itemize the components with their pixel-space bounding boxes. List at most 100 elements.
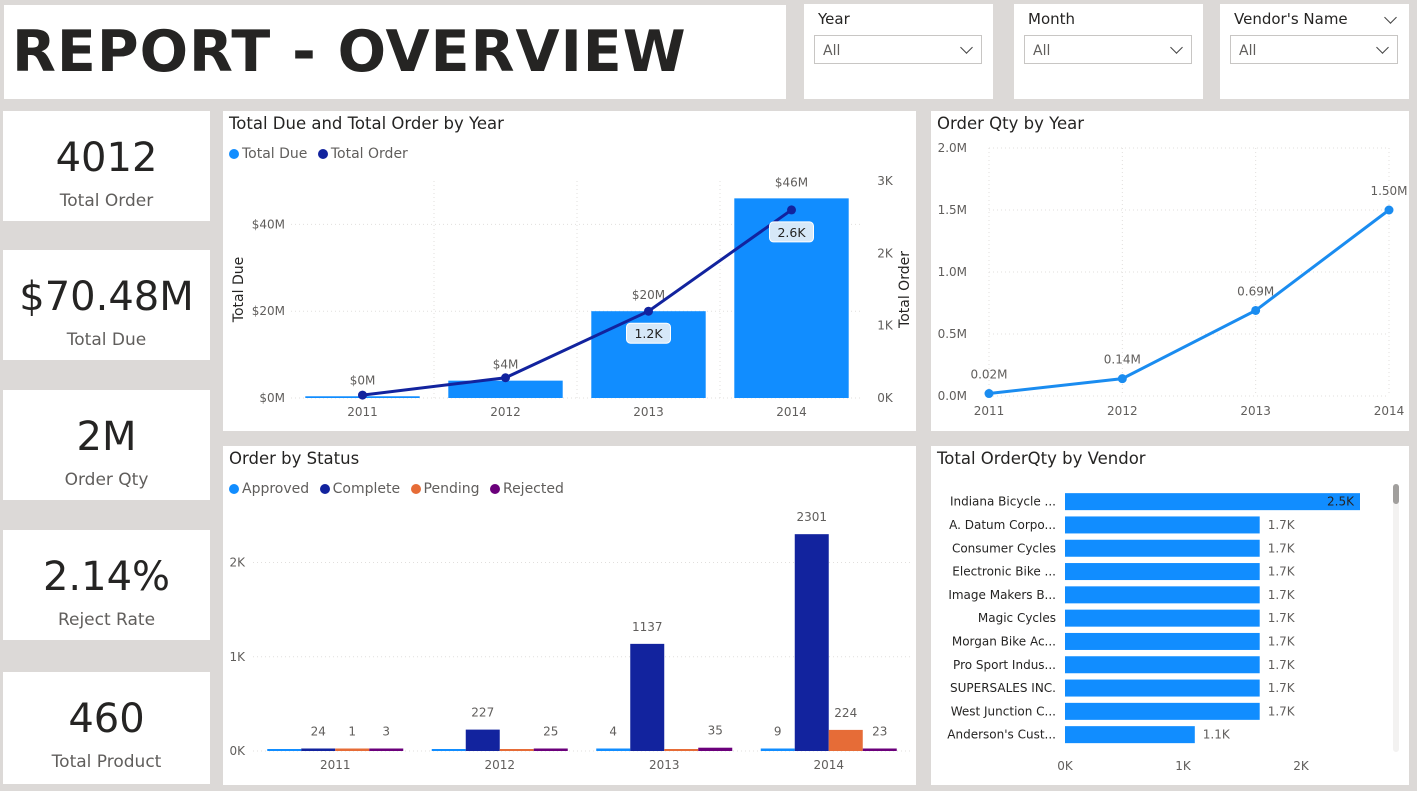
kpi-value: $70.48M [19, 274, 194, 320]
bar-data-label: 35 [708, 724, 723, 738]
bar [533, 748, 568, 751]
category-label: SUPERSALES INC. [950, 681, 1056, 695]
y-axis-title: Total Due [231, 257, 247, 323]
bar [1065, 563, 1260, 581]
year-dropdown[interactable]: All [814, 35, 982, 64]
category-label: Pro Sport Indus... [953, 658, 1056, 672]
kpi-label: Total Product [51, 752, 162, 772]
chart-scrollbar-track[interactable] [1393, 484, 1399, 752]
bar [760, 748, 795, 751]
chevron-down-icon[interactable] [1384, 11, 1397, 24]
chart-scrollbar-thumb[interactable] [1393, 484, 1399, 504]
y2-tick-label: 0K [877, 391, 894, 405]
bar-data-label: 1.7K [1268, 611, 1296, 625]
bar [1065, 586, 1260, 604]
bar-data-label: 9 [774, 725, 782, 739]
line-point [1117, 374, 1127, 384]
category-label: Magic Cycles [978, 611, 1056, 625]
bar [1065, 726, 1195, 744]
bar-data-label: 1.7K [1268, 588, 1296, 602]
y2-tick-label: 2K [877, 246, 894, 260]
bar [596, 748, 631, 751]
order-qty-by-year-chart[interactable]: Order Qty by Year 0.0M 0.5M 1.0M 1.5M 2.0M 20… [931, 111, 1409, 431]
line-point [787, 205, 796, 215]
y-tick-label: 2.0M [938, 141, 967, 155]
category-label: West Junction C... [951, 704, 1056, 718]
bar-data-label: 23 [872, 725, 887, 739]
point-data-label: 1.50M [1370, 184, 1407, 198]
category-label: Indiana Bicycle ... [950, 495, 1056, 509]
year-dropdown-value: All [823, 43, 841, 59]
bar [1065, 679, 1260, 697]
vendor-slicer: Vendor's Name All [1220, 4, 1409, 99]
due-order-by-year-chart[interactable]: Total Due and Total Order by Year Total … [223, 111, 916, 431]
kpi-label: Total Order [59, 191, 154, 211]
x-tick-label: 2012 [484, 758, 515, 772]
bar-data-label: $20M [632, 288, 665, 302]
kpi-card-order-qty: 2M Order Qty [3, 390, 210, 500]
bar [1065, 539, 1260, 557]
year-slicer: Year All [804, 4, 993, 99]
month-dropdown[interactable]: All [1024, 35, 1192, 64]
year-slicer-label: Year [818, 10, 850, 28]
x-tick-label: 2012 [490, 405, 521, 419]
bar-data-label: $0M [350, 373, 376, 387]
report-title-card: REPORT - OVERVIEW [4, 5, 786, 99]
kpi-label: Reject Rate [57, 610, 156, 630]
bar [1065, 656, 1260, 674]
y-tick-label: 0K [229, 744, 246, 758]
line-point [644, 306, 653, 316]
bar [431, 749, 466, 751]
bar [794, 534, 829, 751]
y2-axis-title: Total Order [897, 251, 913, 329]
category-label: Morgan Bike Ac... [952, 634, 1056, 648]
bar-data-label: 24 [311, 725, 326, 739]
x-tick-label: 1K [1175, 759, 1192, 773]
y-tick-label: 0.0M [938, 389, 967, 403]
bar-data-label: $4M [493, 358, 519, 372]
bar-data-label: 2301 [796, 510, 827, 524]
bar-data-label: 1.7K [1268, 658, 1296, 672]
chevron-down-icon [1170, 41, 1183, 54]
x-tick-label: 2014 [776, 405, 807, 419]
x-tick-label: 2013 [1240, 404, 1271, 418]
y-tick-label: 1K [229, 650, 246, 664]
vendor-dropdown[interactable]: All [1230, 35, 1398, 64]
point-data-label: 0.14M [1104, 353, 1141, 367]
x-tick-label: 2013 [649, 758, 680, 772]
y2-tick-label: 3K [877, 174, 894, 188]
kpi-label: Total Due [66, 330, 147, 350]
line-point [358, 390, 367, 400]
x-tick-label: 2011 [974, 404, 1005, 418]
bar-data-label: 25 [543, 725, 558, 739]
order-by-status-chart[interactable]: Order by Status Approved Complete Pendin… [223, 446, 916, 785]
chart-canvas: 0.0M 0.5M 1.0M 1.5M 2.0M 2011 2012 2013 2014 0.02… [938, 141, 1408, 418]
orderqty-by-vendor-chart[interactable]: Total OrderQty by Vendor 0K 1K 2K Indiana B… [931, 446, 1409, 785]
line-point [501, 373, 510, 383]
month-slicer-label: Month [1028, 10, 1076, 28]
category-label: Electronic Bike ... [952, 565, 1056, 579]
category-label: Image Makers B... [948, 588, 1056, 602]
bar [1065, 609, 1260, 627]
month-dropdown-value: All [1033, 43, 1051, 59]
bar [369, 748, 404, 751]
bar [1065, 702, 1260, 720]
x-tick-label: 2K [1293, 759, 1310, 773]
bar-data-label: 1.7K [1268, 634, 1296, 648]
y-tick-label: 1.0M [938, 265, 967, 279]
point-data-label: 0.69M [1237, 284, 1274, 298]
x-tick-label: 0K [1057, 759, 1074, 773]
bar [828, 729, 863, 751]
bar-data-label: 1.7K [1268, 541, 1296, 555]
bar-data-label: 1 [348, 725, 356, 739]
bar-data-label: 227 [471, 706, 494, 720]
y-tick-label: $40M [252, 217, 285, 231]
kpi-label: Order Qty [64, 470, 149, 490]
bar [630, 643, 665, 751]
bar [1065, 493, 1360, 511]
kpi-card-reject-rate: 2.14% Reject Rate [3, 530, 210, 640]
kpi-value: 2M [76, 414, 137, 460]
bar-data-label: 2.5K [1327, 495, 1355, 509]
bar [499, 749, 534, 751]
point-data-label: 0.02M [970, 368, 1007, 382]
